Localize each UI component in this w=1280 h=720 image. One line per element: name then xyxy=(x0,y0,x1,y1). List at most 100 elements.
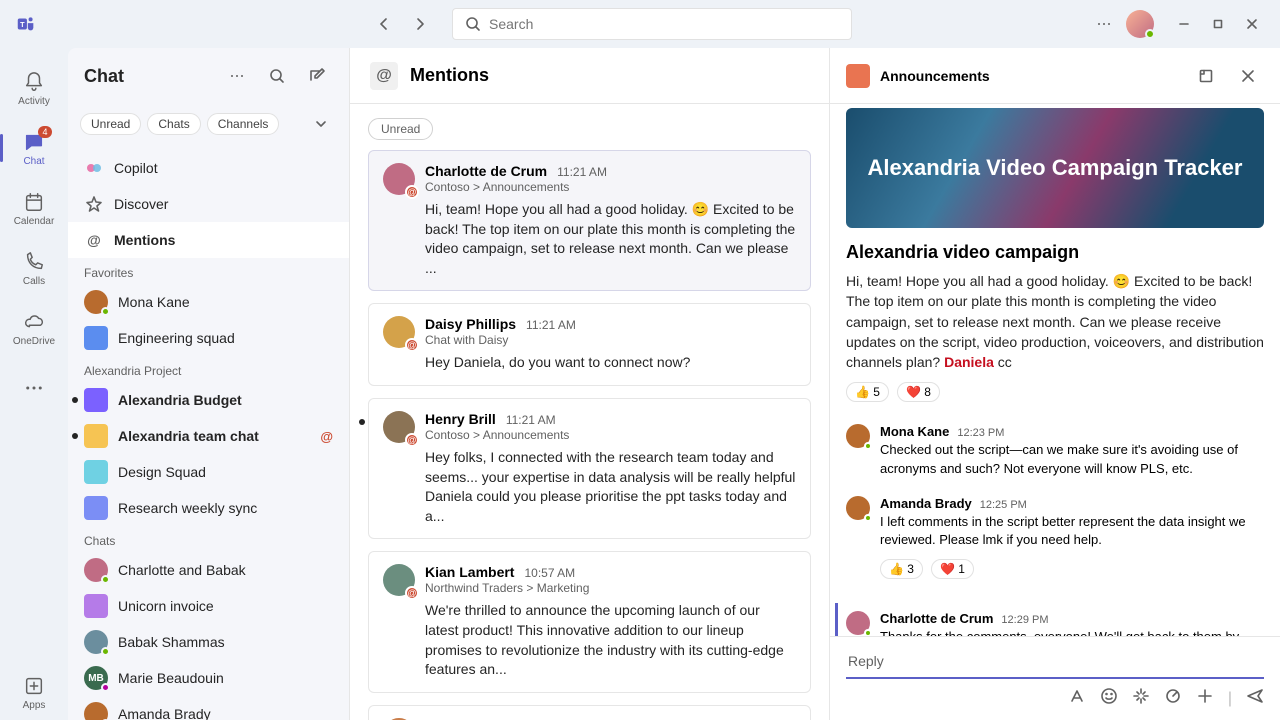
reply-author: Amanda Brady xyxy=(880,496,972,511)
close-panel-button[interactable] xyxy=(1232,60,1264,92)
reply-text: Checked out the script—can we make sure … xyxy=(880,441,1264,477)
svg-text:T: T xyxy=(20,20,25,29)
nav-mentions[interactable]: @ Mentions xyxy=(68,222,349,258)
format-icon[interactable] xyxy=(1068,687,1086,710)
chat-panel-header: Chat xyxy=(68,48,349,104)
profile-avatar[interactable] xyxy=(1126,10,1154,38)
unread-dot xyxy=(72,433,78,439)
post-reactions: 👍 5 ❤️ 8 xyxy=(846,382,1264,402)
sender-name: Kian Lambert xyxy=(425,564,514,580)
list-item[interactable]: Unicorn invoice xyxy=(68,588,349,624)
rail-chat[interactable]: 4 Chat xyxy=(6,120,62,176)
avatar xyxy=(84,558,108,582)
more-button[interactable] xyxy=(1088,8,1120,40)
list-item[interactable]: Alexandria Budget xyxy=(68,382,349,418)
mention-card[interactable]: @ Henry Brill11:21 AM Contoso > Announce… xyxy=(368,398,811,539)
titlebar: T xyxy=(0,0,1280,48)
avatar xyxy=(84,496,108,520)
copilot-icon xyxy=(84,158,104,178)
reaction[interactable]: ❤️ 1 xyxy=(931,559,974,579)
list-item[interactable]: Design Squad xyxy=(68,454,349,490)
rail-onedrive[interactable]: OneDrive xyxy=(6,300,62,356)
list-item[interactable]: MB Marie Beaudouin xyxy=(68,660,349,696)
new-chat-button[interactable] xyxy=(301,60,333,92)
maximize-button[interactable] xyxy=(1202,8,1234,40)
mention-card[interactable]: @ Daisy Phillips11:21 AM Chat with Daisy… xyxy=(368,303,811,386)
avatar: @ xyxy=(383,316,415,348)
mentions-column: @ Mentions Unread @ Charlotte de Crum11:… xyxy=(350,48,830,720)
apps-icon xyxy=(22,674,46,698)
avatar xyxy=(84,630,108,654)
message-text: Hi, team! Hope you all had a good holida… xyxy=(425,200,796,278)
open-button[interactable] xyxy=(1190,60,1222,92)
app-rail: Activity 4 Chat Calendar Calls OneDrive xyxy=(0,48,68,720)
nav-copilot[interactable]: Copilot xyxy=(68,150,349,186)
reply-input[interactable]: Reply xyxy=(846,647,1264,679)
mention-indicator: @ xyxy=(320,429,333,444)
rail-calls[interactable]: Calls xyxy=(6,240,62,296)
announcement-post-title: Alexandria video campaign xyxy=(846,242,1264,263)
mention-card[interactable]: @ Kian Lambert10:57 AM Northwind Traders… xyxy=(368,551,811,692)
mention-card[interactable]: @ Charlotte de Crum11:21 AM Contoso > An… xyxy=(368,150,811,291)
announcement-post-body: Hi, team! Hope you all had a good holida… xyxy=(846,271,1264,372)
filter-channels[interactable]: Channels xyxy=(207,113,280,135)
reply-text: Thanks for the comments, everyone! We'll… xyxy=(880,628,1264,636)
main: Activity 4 Chat Calendar Calls OneDrive xyxy=(0,48,1280,720)
list-item[interactable]: Amanda Brady xyxy=(68,696,349,720)
nav-discover[interactable]: Discover xyxy=(68,186,349,222)
list-item[interactable]: Engineering squad xyxy=(68,320,349,356)
mention-icon: @ xyxy=(370,62,398,90)
reaction[interactable]: ❤️ 8 xyxy=(897,382,940,402)
list-item[interactable]: Research weekly sync xyxy=(68,490,349,526)
message-location: Contoso > Announcements xyxy=(425,428,796,442)
section-label: Favorites xyxy=(68,258,349,284)
rail-apps[interactable]: Apps xyxy=(6,664,62,720)
bell-icon xyxy=(22,70,46,94)
rail-calendar[interactable]: Calendar xyxy=(6,180,62,236)
chat-list: Copilot Discover @ MentionsFavorites Mon… xyxy=(68,150,349,720)
reply-author: Charlotte de Crum xyxy=(880,611,993,626)
chat-icon: 4 xyxy=(22,130,46,154)
minimize-button[interactable] xyxy=(1168,8,1200,40)
filter-chats[interactable]: Chats xyxy=(147,113,200,135)
filter-unread[interactable]: Unread xyxy=(80,113,141,135)
unread-dot xyxy=(359,419,365,425)
list-item[interactable]: Alexandria team chat @ xyxy=(68,418,349,454)
unread-dot xyxy=(72,397,78,403)
spark-icon[interactable] xyxy=(1132,687,1150,710)
plus-icon[interactable] xyxy=(1196,687,1214,710)
filter-expand-button[interactable] xyxy=(305,108,337,140)
avatar xyxy=(84,594,108,618)
chat-more-button[interactable] xyxy=(221,60,253,92)
nav-back-button[interactable] xyxy=(368,8,400,40)
list-item[interactable]: Babak Shammas xyxy=(68,624,349,660)
timestamp: 12:25 PM xyxy=(980,499,1027,511)
cloud-icon xyxy=(22,310,46,334)
timestamp: 11:21 AM xyxy=(506,413,556,427)
avatar: @ xyxy=(383,163,415,195)
mention-card[interactable]: @ Robin Counts10:57 AM Northwind Traders… xyxy=(368,705,811,720)
nav-forward-button[interactable] xyxy=(404,8,436,40)
mentions-header: @ Mentions xyxy=(350,48,829,104)
loop-icon[interactable] xyxy=(1164,687,1182,710)
message-text: Hey Daniela, do you want to connect now? xyxy=(425,353,796,373)
close-button[interactable] xyxy=(1236,8,1268,40)
search-box[interactable] xyxy=(452,8,852,40)
unread-filter[interactable]: Unread xyxy=(368,118,433,140)
send-icon[interactable] xyxy=(1246,687,1264,710)
rail-more[interactable] xyxy=(6,360,62,416)
chat-search-button[interactable] xyxy=(261,60,293,92)
rail-activity[interactable]: Activity xyxy=(6,60,62,116)
message-text: Hey folks, I connected with the research… xyxy=(425,448,796,526)
reaction[interactable]: 👍 3 xyxy=(880,559,923,579)
reply: Mona Kane12:23 PM Checked out the script… xyxy=(846,416,1264,487)
search-input[interactable] xyxy=(489,16,839,32)
avatar xyxy=(84,326,108,350)
emoji-icon[interactable] xyxy=(1100,687,1118,710)
reaction[interactable]: 👍 5 xyxy=(846,382,889,402)
content: @ Mentions Unread @ Charlotte de Crum11:… xyxy=(350,48,1280,720)
compose-area: Reply | xyxy=(830,636,1280,720)
list-item[interactable]: Mona Kane xyxy=(68,284,349,320)
list-item[interactable]: Charlotte and Babak xyxy=(68,552,349,588)
section-label: Alexandria Project xyxy=(68,356,349,382)
